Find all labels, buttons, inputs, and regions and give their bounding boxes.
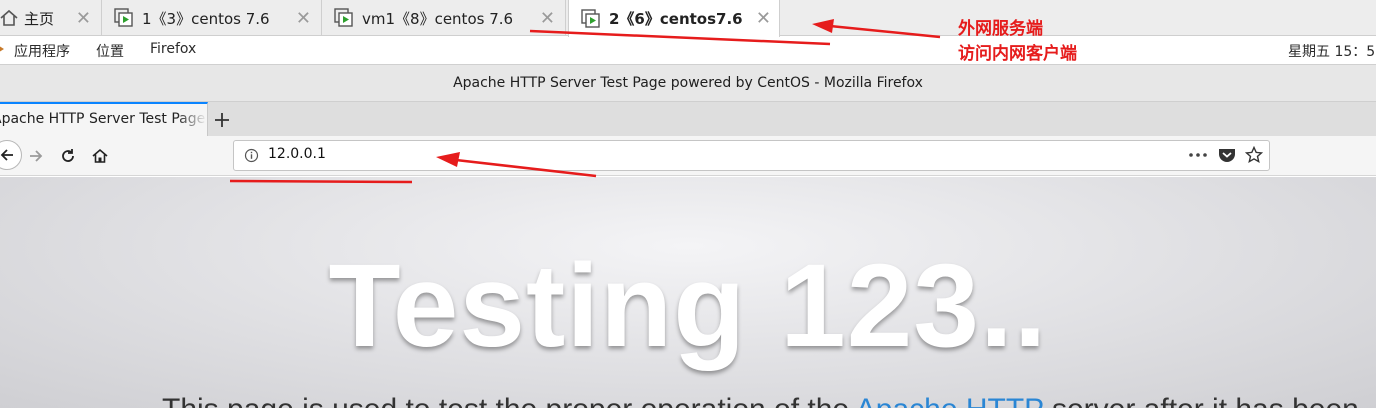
intro-text: This page is used to test the proper ope…: [162, 393, 856, 408]
home-button[interactable]: [88, 144, 112, 168]
new-tab-button[interactable]: [214, 106, 230, 134]
close-icon[interactable]: ✕: [76, 8, 91, 29]
arrow-left-icon: [0, 149, 13, 161]
intro-text-tail: server after it has been: [1044, 393, 1359, 408]
vm-tab-2[interactable]: vm1《8》centos 7.6 ✕: [326, 0, 566, 36]
browser-tab-active[interactable]: Apache HTTP Server Test Page powered by …: [0, 102, 208, 136]
gnome-top-bar: 应用程序 位置 Firefox 星期五 15：5: [0, 37, 1376, 64]
bookmark-star-icon[interactable]: [1244, 145, 1264, 168]
vm-running-icon: [581, 8, 600, 28]
vm-running-icon: [114, 8, 133, 27]
back-button[interactable]: [0, 140, 22, 170]
home-icon: [92, 148, 108, 163]
annotation-line-2: 访问内网客户端: [958, 44, 1077, 64]
web-content: Testing 123.. This page is used to test …: [0, 177, 1376, 408]
vm-tab-1[interactable]: 1《3》centos 7.6 ✕: [106, 0, 322, 36]
reload-icon: [62, 149, 74, 162]
places-menu[interactable]: 位置: [96, 41, 124, 61]
more-actions-icon[interactable]: [1188, 146, 1208, 166]
vm-tab-label: 主页: [24, 9, 55, 28]
tab-fade: [177, 104, 207, 136]
page-hero-heading: Testing 123..: [328, 240, 1048, 372]
clock[interactable]: 星期五 15：5: [1288, 41, 1375, 61]
close-icon[interactable]: ✕: [540, 8, 555, 29]
navigation-toolbar: 12.0.0.1: [0, 136, 1376, 176]
reload-button[interactable]: [56, 144, 80, 168]
url-bar[interactable]: 12.0.0.1: [233, 140, 1270, 171]
vm-running-icon: [334, 8, 353, 27]
apache-http-link[interactable]: Apache HTTP: [856, 393, 1044, 408]
url-text: 12.0.0.1: [268, 146, 326, 162]
browser-tab-strip: Apache HTTP Server Test Page powered by …: [0, 102, 1376, 136]
vm-tab-bar: 主页 ✕ 1《3》centos 7.6 ✕ vm1《8》centos 7.6 ✕…: [0, 0, 1376, 37]
firefox-menu[interactable]: Firefox: [150, 41, 196, 57]
applications-icon: [0, 42, 6, 60]
window-title: Apache HTTP Server Test Page powered by …: [0, 64, 1376, 102]
plus-icon: [215, 113, 229, 127]
annotation-line-1: 外网服务端: [958, 19, 1043, 39]
pocket-icon[interactable]: [1218, 147, 1236, 167]
info-icon[interactable]: [244, 148, 259, 167]
home-icon: [0, 9, 18, 26]
vm-tab-3-active[interactable]: 2《6》centos7.6 ✕: [568, 0, 780, 37]
vm-tab-label: 1《3》centos 7.6: [142, 9, 270, 28]
vm-tab-home[interactable]: 主页 ✕: [0, 0, 102, 36]
vm-tab-label: 2《6》centos7.6: [609, 10, 743, 28]
close-icon[interactable]: ✕: [756, 8, 771, 29]
arrow-right-icon: [30, 150, 43, 162]
forward-button[interactable]: [24, 144, 48, 168]
applications-menu[interactable]: 应用程序: [14, 41, 70, 61]
close-icon[interactable]: ✕: [296, 8, 311, 29]
page-intro-text: This page is used to test the proper ope…: [162, 393, 1359, 408]
vm-tab-label: vm1《8》centos 7.6: [362, 9, 514, 28]
